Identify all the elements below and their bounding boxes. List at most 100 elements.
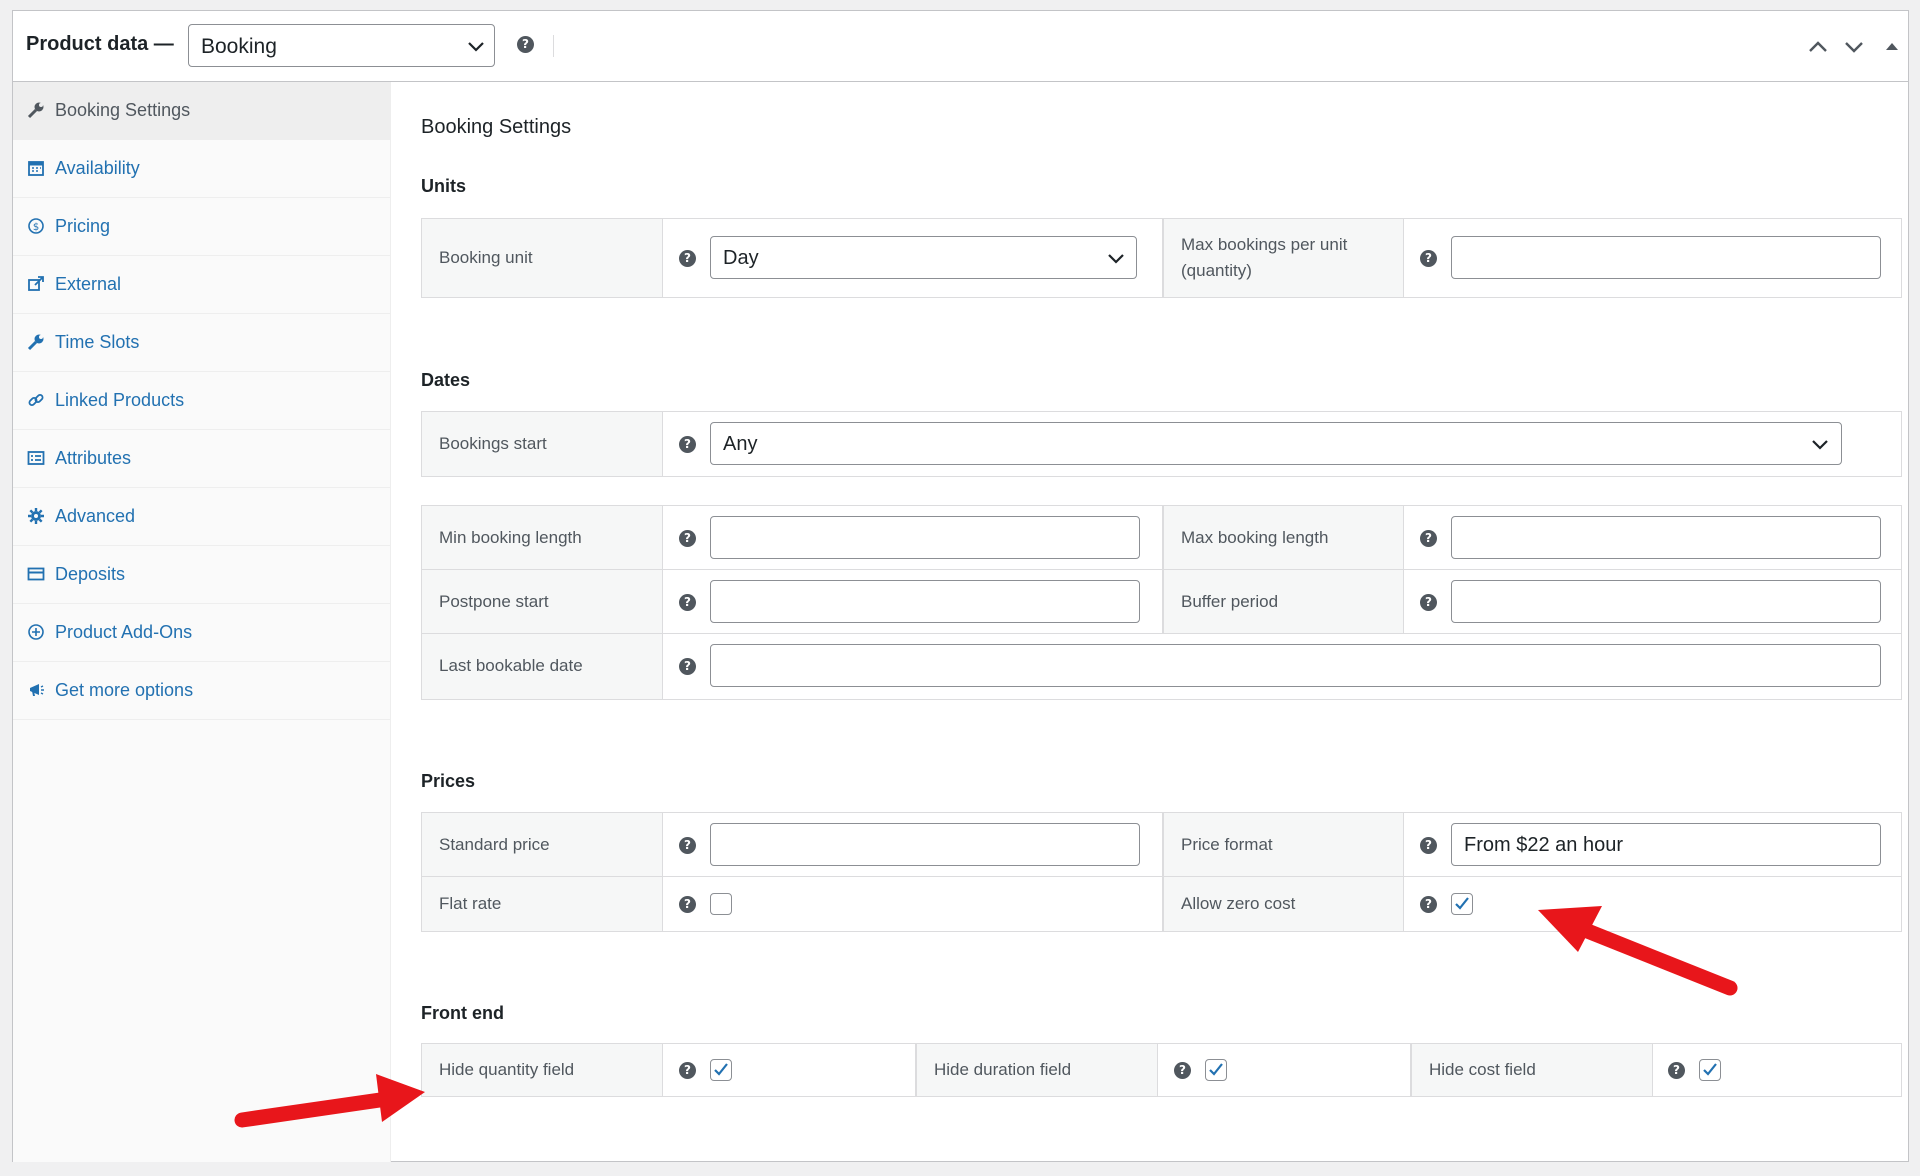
tab-booking-settings[interactable]: Booking Settings	[13, 82, 391, 140]
max-bookings-label-line1: Max bookings per unit	[1181, 235, 1348, 254]
min-length-label-cell: Min booking length	[422, 506, 663, 569]
hide-quantity-label-cell: Hide quantity field	[422, 1044, 663, 1096]
help-icon[interactable]: ?	[679, 594, 696, 611]
help-icon[interactable]: ?	[679, 658, 696, 675]
min-length-label: Min booking length	[439, 528, 582, 547]
svg-text:$: $	[33, 222, 39, 233]
standard-price-input[interactable]	[710, 823, 1140, 866]
move-up-icon[interactable]	[1807, 37, 1829, 57]
tab-product-add-ons[interactable]: Product Add-Ons	[13, 604, 391, 662]
chevron-down-icon	[1812, 440, 1828, 450]
help-icon[interactable]: ?	[1420, 530, 1437, 547]
bookings-start-label-cell: Bookings start	[422, 412, 663, 476]
units-heading: Units	[421, 176, 466, 196]
link-icon	[28, 394, 44, 406]
tab-label: Attributes	[55, 448, 132, 468]
help-icon[interactable]: ?	[1420, 837, 1437, 854]
annotation-arrow-icon	[234, 1074, 425, 1128]
card-icon	[27, 567, 45, 581]
prices-heading: Prices	[421, 771, 476, 791]
booking-unit-select[interactable]: Day	[710, 236, 1137, 279]
product-type-select[interactable]: Booking	[188, 24, 495, 67]
tab-label: Booking Settings	[55, 100, 191, 120]
product-type-value: Booking	[201, 35, 277, 58]
last-date-input[interactable]	[710, 644, 1881, 687]
tab-external[interactable]: External	[13, 256, 391, 314]
dates-heading: Dates	[421, 370, 471, 390]
bookings-start-value: Any	[723, 433, 758, 455]
bookings-start-select[interactable]: Any	[710, 422, 1842, 465]
booking-length-grid: Min booking length ? Max booking length …	[421, 505, 1902, 700]
hide-duration-label: Hide duration field	[934, 1060, 1072, 1079]
postpone-label: Postpone start	[439, 592, 549, 611]
flat-rate-checkbox[interactable]	[710, 893, 732, 915]
tab-availability[interactable]: Availability	[13, 140, 391, 198]
flat-rate-label-cell: Flat rate	[422, 877, 663, 931]
checkmark-icon	[714, 1063, 728, 1076]
hide-quantity-label: Hide quantity field	[439, 1060, 575, 1079]
help-icon[interactable]: ?	[1420, 896, 1437, 913]
price-format-value: From $22 an hour	[1464, 834, 1623, 856]
tab-advanced[interactable]: Advanced	[13, 488, 391, 546]
last-date-label: Last bookable date	[439, 656, 583, 675]
frontend-row: Hide quantity field ? Hide duration fiel…	[422, 1044, 1901, 1096]
help-icon[interactable]: ?	[679, 530, 696, 547]
last-date-row: Last bookable date ?	[422, 634, 1901, 699]
buffer-input[interactable]	[1451, 580, 1881, 623]
booking-unit-label: Booking unit	[439, 248, 533, 267]
tab-label: Linked Products	[55, 390, 185, 410]
max-length-input[interactable]	[1451, 516, 1881, 559]
panel-header: Product data — Booking ?	[13, 11, 1908, 82]
page-title: Booking Settings	[421, 116, 572, 138]
tab-linked-products[interactable]: Linked Products	[13, 372, 391, 430]
tab-label: Pricing	[55, 216, 111, 236]
flat-rate-label: Flat rate	[439, 894, 502, 913]
price-format-input[interactable]: From $22 an hour	[1451, 823, 1881, 866]
dollar-circle-icon: $	[28, 218, 44, 234]
help-icon[interactable]: ?	[1174, 1062, 1191, 1079]
standard-price-label-cell: Standard price	[422, 813, 663, 876]
booking-unit-value: Day	[723, 247, 759, 269]
tab-label: Product Add-Ons	[55, 622, 193, 642]
bookings-start-row: Bookings start ? Any	[422, 412, 1901, 476]
tab-get-more-options[interactable]: Get more options	[13, 662, 391, 720]
max-bookings-input[interactable]	[1451, 236, 1881, 279]
header-divider	[553, 35, 554, 57]
allow-zero-checkbox[interactable]	[1451, 893, 1473, 915]
checkmark-icon	[1209, 1063, 1223, 1076]
buffer-label-cell: Buffer period	[1164, 570, 1404, 633]
hide-duration-checkbox[interactable]	[1205, 1059, 1227, 1081]
standard-price-label: Standard price	[439, 835, 550, 854]
wrench-icon	[27, 334, 44, 351]
help-icon[interactable]: ?	[1420, 594, 1437, 611]
help-icon[interactable]: ?	[679, 896, 696, 913]
move-down-icon[interactable]	[1843, 37, 1865, 57]
hide-quantity-checkbox[interactable]	[710, 1059, 732, 1081]
help-icon[interactable]: ?	[1420, 250, 1437, 267]
help-icon[interactable]: ?	[679, 837, 696, 854]
calendar-icon	[28, 161, 44, 176]
max-length-label: Max booking length	[1181, 528, 1329, 547]
price-row: Standard price ? Price format ? From $22…	[422, 813, 1901, 877]
help-icon[interactable]: ?	[517, 36, 534, 53]
tab-pricing[interactable]: $ Pricing	[13, 198, 391, 256]
min-length-input[interactable]	[710, 516, 1140, 559]
help-icon[interactable]: ?	[679, 1062, 696, 1079]
tab-attributes[interactable]: Attributes	[13, 430, 391, 488]
tab-time-slots[interactable]: Time Slots	[13, 314, 391, 372]
max-bookings-label-cell: Max bookings per unit (quantity)	[1164, 219, 1404, 297]
price-format-label: Price format	[1181, 835, 1273, 854]
buffer-label: Buffer period	[1181, 592, 1279, 611]
checkmark-icon	[1455, 897, 1469, 910]
help-icon[interactable]: ?	[679, 250, 696, 267]
hide-cost-checkbox[interactable]	[1699, 1059, 1721, 1081]
tab-deposits[interactable]: Deposits	[13, 546, 391, 604]
postpone-label-cell: Postpone start	[422, 570, 663, 633]
last-date-label-cell: Last bookable date	[422, 634, 663, 699]
tab-label: Time Slots	[55, 332, 140, 352]
help-icon[interactable]: ?	[679, 436, 696, 453]
help-icon[interactable]: ?	[1668, 1062, 1685, 1079]
collapse-toggle-icon[interactable]	[1881, 37, 1903, 57]
allow-zero-label-cell: Allow zero cost	[1164, 877, 1404, 931]
postpone-input[interactable]	[710, 580, 1140, 623]
